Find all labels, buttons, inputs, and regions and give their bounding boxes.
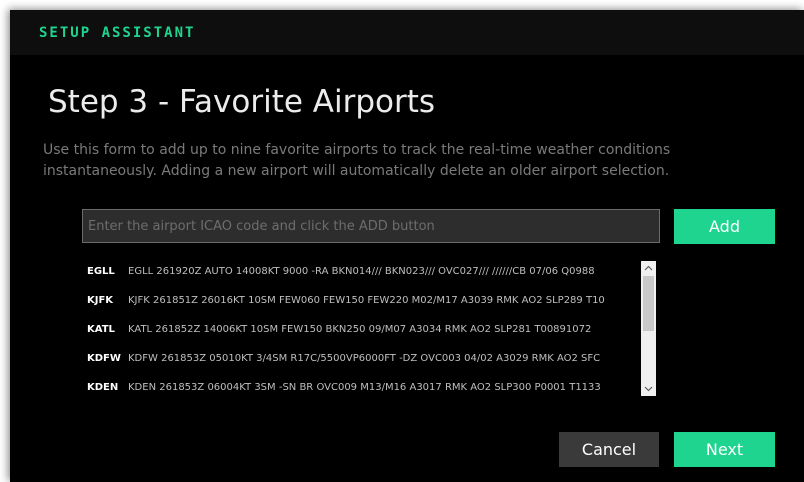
airport-code: KDEN xyxy=(87,382,119,393)
cancel-button[interactable]: Cancel xyxy=(559,432,659,467)
page-title: Step 3 - Favorite Airports xyxy=(48,84,436,120)
description-line: instantaneously. Adding a new airport wi… xyxy=(43,163,670,179)
airport-icao-input[interactable] xyxy=(82,209,660,243)
airport-metar: KJFK 261851Z 26016KT 10SM FEW060 FEW150 … xyxy=(128,295,605,306)
step-description: Use this form to add up to nine favorite… xyxy=(43,140,763,182)
airport-list-scrollbar[interactable] xyxy=(641,261,656,396)
brand-title: SETUP ASSISTANT xyxy=(39,25,196,41)
scrollbar-thumb[interactable] xyxy=(643,276,654,331)
next-button[interactable]: Next xyxy=(674,432,775,467)
brand-bar: SETUP ASSISTANT xyxy=(10,10,804,55)
airport-metar: EGLL 261920Z AUTO 14008KT 9000 -RA BKN01… xyxy=(128,266,595,277)
airport-code: KDFW xyxy=(87,353,121,364)
list-item[interactable]: KATL KATL 261852Z 14006KT 10SM FEW150 BK… xyxy=(82,321,642,339)
list-item[interactable]: KJFK KJFK 261851Z 26016KT 10SM FEW060 FE… xyxy=(82,292,642,310)
chevron-up-icon[interactable] xyxy=(641,261,656,275)
chevron-down-icon[interactable] xyxy=(641,382,656,396)
description-line: Use this form to add up to nine favorite… xyxy=(43,142,671,158)
airport-list: EGLL EGLL 261920Z AUTO 14008KT 9000 -RA … xyxy=(82,257,658,399)
list-item[interactable]: KDEN KDEN 261853Z 06004KT 3SM -SN BR OVC… xyxy=(82,379,642,397)
setup-assistant-window: SETUP ASSISTANT Step 3 - Favorite Airpor… xyxy=(10,10,804,482)
airport-code: KATL xyxy=(87,324,115,335)
airport-metar: KATL 261852Z 14006KT 10SM FEW150 BKN250 … xyxy=(128,324,592,335)
airport-metar: KDFW 261853Z 05010KT 3/4SM R17C/5500VP60… xyxy=(128,353,601,364)
airport-code: EGLL xyxy=(87,266,115,277)
airport-metar: KDEN 261853Z 06004KT 3SM -SN BR OVC009 M… xyxy=(128,382,601,393)
list-item[interactable]: EGLL EGLL 261920Z AUTO 14008KT 9000 -RA … xyxy=(82,263,642,281)
add-button[interactable]: Add xyxy=(674,209,775,244)
airport-code: KJFK xyxy=(87,295,114,306)
list-item[interactable]: KDFW KDFW 261853Z 05010KT 3/4SM R17C/550… xyxy=(82,350,642,368)
